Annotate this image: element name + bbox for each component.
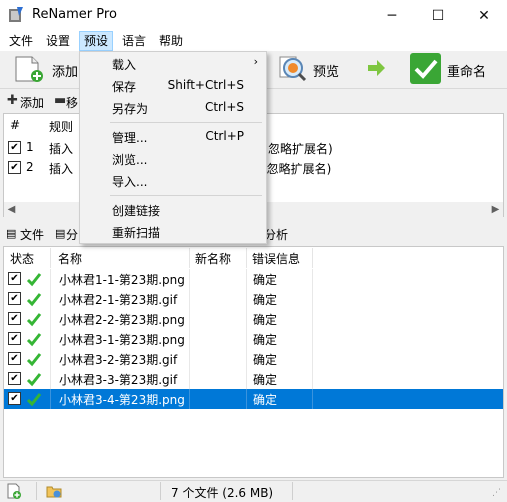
file-name: 小林君3-1-第23期.png bbox=[59, 333, 185, 347]
preview-button-label[interactable]: 预览 bbox=[313, 61, 339, 80]
menu-bar bbox=[0, 31, 507, 51]
sort-menu-button[interactable]: 分 bbox=[66, 226, 78, 243]
file-checkbox[interactable]: ✔ bbox=[8, 392, 21, 405]
menu-item-create-link[interactable]: 创建链接 bbox=[80, 198, 266, 220]
analyze-menu-button[interactable]: 分析 bbox=[264, 226, 288, 243]
menu-separator bbox=[110, 122, 262, 123]
file-checkbox[interactable]: ✔ bbox=[8, 312, 21, 325]
files-col-new-name[interactable]: 新名称 bbox=[195, 250, 231, 270]
file-name: 小林君3-3-第23期.gif bbox=[59, 373, 178, 387]
minimize-button[interactable]: ─ bbox=[369, 0, 415, 31]
resize-grip-icon[interactable]: ⋰ bbox=[492, 488, 501, 498]
file-error: 确定 bbox=[253, 273, 278, 287]
close-icon: ✕ bbox=[478, 7, 490, 24]
menu-settings[interactable]: 设置 bbox=[42, 31, 74, 51]
status-ok-icon bbox=[26, 273, 42, 287]
file-name: 小林君2-1-第23期.gif bbox=[59, 293, 178, 307]
menu-help[interactable]: 帮助 bbox=[155, 31, 187, 51]
file-count-status: 7 个文件 (2.6 MB) bbox=[171, 486, 274, 500]
file-error: 确定 bbox=[253, 373, 278, 387]
file-row-selected[interactable]: ✔ 小林君3-4-第23期.png 确定 bbox=[4, 389, 503, 409]
rule-number: 2 bbox=[26, 160, 34, 174]
rename-check-icon[interactable] bbox=[409, 52, 442, 85]
rule-name: 插入 bbox=[49, 162, 74, 176]
rules-col-number[interactable]: # bbox=[10, 118, 20, 132]
file-error: 确定 bbox=[253, 313, 278, 327]
file-checkbox[interactable]: ✔ bbox=[8, 292, 21, 305]
status-ok-icon bbox=[26, 353, 42, 367]
rule-checkbox[interactable]: ✔ bbox=[8, 161, 21, 174]
preview-icon[interactable] bbox=[276, 53, 308, 85]
menu-language[interactable]: 语言 bbox=[118, 31, 150, 51]
window-title: ReNamer Pro bbox=[32, 7, 117, 22]
close-button[interactable]: ✕ bbox=[461, 0, 507, 31]
status-ok-icon bbox=[26, 333, 42, 347]
add-files-icon[interactable] bbox=[14, 55, 44, 83]
menu-item-browse[interactable]: 浏览... bbox=[80, 147, 266, 169]
files-col-name[interactable]: 名称 bbox=[58, 250, 82, 270]
menu-presets[interactable]: 预设 bbox=[79, 31, 114, 51]
scroll-right-icon[interactable]: ▶ bbox=[488, 202, 503, 217]
file-name: 小林君1-1-第23期.png bbox=[59, 273, 185, 287]
add-rule-icon[interactable]: ✚ bbox=[7, 93, 18, 108]
file-error: 确定 bbox=[253, 293, 278, 307]
status-ok-icon bbox=[26, 393, 42, 407]
add-rule-button[interactable]: 添加 bbox=[20, 94, 44, 111]
file-row[interactable]: ✔ 小林君1-1-第23期.png 确定 bbox=[4, 269, 503, 289]
rule-description: 忽略扩展名) bbox=[268, 142, 333, 156]
files-menu-icon: ▤ bbox=[6, 227, 17, 240]
file-row[interactable]: ✔ 小林君3-2-第23期.gif 确定 bbox=[4, 349, 503, 369]
move-rule-button[interactable]: 移 bbox=[66, 94, 78, 111]
rename-button-label[interactable]: 重命名 bbox=[447, 61, 486, 80]
file-row[interactable]: ✔ 小林君3-3-第23期.gif 确定 bbox=[4, 369, 503, 389]
maximize-button[interactable]: ☐ bbox=[415, 0, 461, 31]
menu-item-save-as[interactable]: 另存为 Ctrl+S bbox=[80, 96, 266, 118]
status-ok-icon bbox=[26, 373, 42, 387]
rules-col-rule[interactable]: 规则 bbox=[49, 118, 73, 135]
remove-rule-icon[interactable]: ▬ bbox=[54, 93, 66, 108]
file-name: 小林君3-2-第23期.gif bbox=[59, 353, 178, 367]
file-name: 小林君2-2-第23期.png bbox=[59, 313, 185, 327]
file-row[interactable]: ✔ 小林君2-2-第23期.png 确定 bbox=[4, 309, 503, 329]
minimize-icon: ─ bbox=[387, 7, 397, 24]
menu-item-load[interactable]: 载入 › bbox=[80, 52, 266, 74]
rule-number: 1 bbox=[26, 140, 34, 154]
rule-checkbox[interactable]: ✔ bbox=[8, 141, 21, 154]
add-folder-status-icon[interactable] bbox=[46, 483, 62, 499]
menu-item-save[interactable]: 保存 Shift+Ctrl+S bbox=[80, 74, 266, 96]
menu-separator bbox=[110, 195, 262, 196]
menu-item-import[interactable]: 导入... bbox=[80, 169, 266, 191]
file-error: 确定 bbox=[253, 353, 278, 367]
file-checkbox[interactable]: ✔ bbox=[8, 352, 21, 365]
files-col-error[interactable]: 错误信息 bbox=[252, 250, 300, 270]
arrow-right-icon bbox=[368, 60, 385, 76]
submenu-arrow-icon: › bbox=[253, 55, 258, 68]
add-button-label[interactable]: 添加 bbox=[52, 61, 78, 80]
files-col-status[interactable]: 状态 bbox=[10, 250, 34, 270]
file-error: 确定 bbox=[253, 333, 278, 347]
sort-menu-icon: ▤ bbox=[55, 227, 66, 240]
app-icon bbox=[9, 7, 23, 22]
menu-item-rescan[interactable]: 重新扫描 bbox=[80, 220, 266, 242]
file-row[interactable]: ✔ 小林君2-1-第23期.gif 确定 bbox=[4, 289, 503, 309]
files-menu-button[interactable]: 文件 bbox=[20, 226, 44, 243]
file-checkbox[interactable]: ✔ bbox=[8, 372, 21, 385]
maximize-icon: ☐ bbox=[431, 7, 445, 24]
status-ok-icon bbox=[26, 293, 42, 307]
scroll-left-icon[interactable]: ◀ bbox=[4, 202, 19, 217]
rule-description: (忽略扩展名) bbox=[262, 162, 332, 176]
rule-name: 插入 bbox=[49, 142, 74, 156]
file-checkbox[interactable]: ✔ bbox=[8, 272, 21, 285]
status-ok-icon bbox=[26, 313, 42, 327]
add-file-status-icon[interactable] bbox=[6, 483, 22, 499]
file-error: 确定 bbox=[253, 393, 278, 407]
menu-item-manage[interactable]: 管理... Ctrl+P bbox=[80, 125, 266, 147]
menu-file[interactable]: 文件 bbox=[5, 31, 37, 51]
file-row[interactable]: ✔ 小林君3-1-第23期.png 确定 bbox=[4, 329, 503, 349]
file-checkbox[interactable]: ✔ bbox=[8, 332, 21, 345]
file-name: 小林君3-4-第23期.png bbox=[59, 393, 185, 407]
